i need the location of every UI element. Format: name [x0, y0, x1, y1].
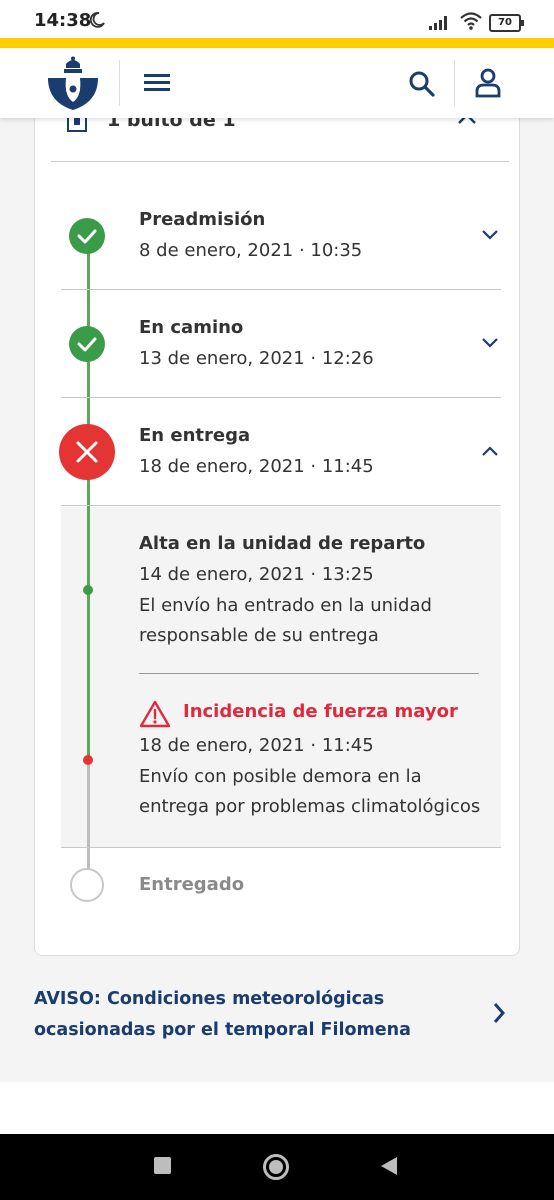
moon-icon — [89, 12, 105, 28]
status-bar: 14:38 70 — [0, 0, 554, 38]
divider — [61, 397, 501, 398]
incident-title: Incidencia de fuerza mayor — [183, 701, 458, 722]
home-button[interactable] — [263, 1154, 289, 1180]
progress-line — [87, 507, 90, 590]
step-date: 18 de enero, 2021 · 11:45 — [139, 456, 374, 477]
progress-line — [87, 590, 90, 760]
divider — [139, 673, 479, 674]
brand-stripe — [0, 38, 554, 48]
pending-line — [87, 760, 90, 877]
event-dot — [83, 755, 93, 765]
event-description: Envío con posible demora en la entrega p… — [139, 766, 481, 817]
event-date: 14 de enero, 2021 · 13:25 — [139, 564, 374, 585]
wifi-icon — [460, 12, 482, 30]
step-title: Preadmisión — [139, 209, 266, 230]
chevron-up-icon[interactable] — [481, 445, 499, 457]
event-date: 18 de enero, 2021 · 11:45 — [139, 735, 374, 756]
divider — [51, 161, 509, 162]
close-icon — [59, 424, 115, 480]
step-title: En camino — [139, 317, 244, 338]
signal-icon — [429, 16, 447, 30]
app-header — [0, 48, 554, 118]
header-divider — [119, 60, 120, 106]
step-title: En entrega — [139, 425, 251, 446]
divider — [61, 289, 501, 290]
step-title: Entregado — [139, 874, 245, 895]
check-icon — [69, 218, 105, 254]
user-icon[interactable] — [474, 68, 502, 98]
tracking-card: 1 bulto de 1 Preadmisión 8 de enero, 202… — [34, 90, 520, 956]
pending-circle-icon — [70, 868, 104, 902]
search-icon[interactable] — [408, 70, 436, 98]
header-divider — [454, 60, 455, 106]
battery-indicator: 70 — [489, 14, 524, 32]
event-dot — [83, 585, 93, 595]
chevron-down-icon[interactable] — [481, 229, 499, 241]
recent-apps-button[interactable] — [154, 1157, 171, 1174]
divider — [61, 505, 501, 506]
chevron-down-icon[interactable] — [481, 337, 499, 349]
weather-notice-link[interactable]: AVISO: Condiciones meteorológicas ocasio… — [34, 984, 494, 1046]
back-button[interactable] — [381, 1157, 397, 1175]
event-title: Alta en la unidad de reparto — [139, 533, 426, 554]
hamburger-icon[interactable] — [144, 72, 170, 92]
divider — [61, 847, 501, 848]
warning-icon — [139, 700, 171, 728]
correos-logo[interactable] — [44, 56, 102, 112]
footer-band — [0, 1082, 554, 1134]
event-description: El envío ha entrado en la unidad respons… — [139, 595, 432, 646]
step-date: 13 de enero, 2021 · 12:26 — [139, 348, 374, 369]
status-time: 14:38 — [34, 10, 92, 31]
step-date: 8 de enero, 2021 · 10:35 — [139, 240, 363, 261]
check-icon — [69, 326, 105, 362]
chevron-right-icon[interactable] — [492, 1002, 506, 1024]
